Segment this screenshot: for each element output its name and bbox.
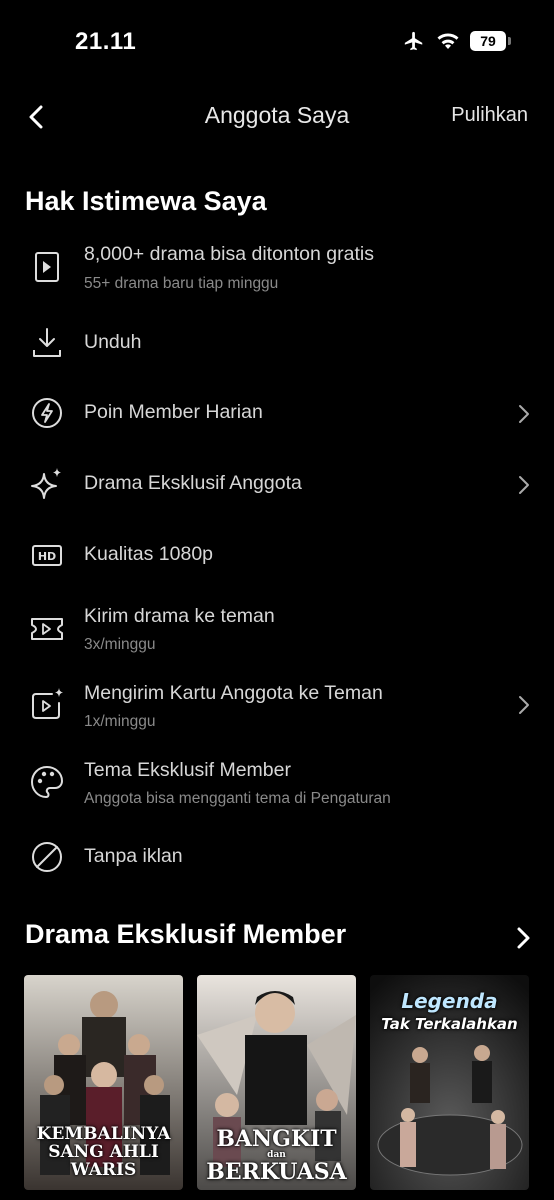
privilege-free-dramas: 8,000+ drama bisa ditonton gratis 55+ dr… <box>0 240 554 300</box>
drama-poster-list: KEMBALINYA SANG AHLI WARIS BANGKIT dan B… <box>24 975 529 1190</box>
poster-title: BANGKIT dan BERKUASA <box>197 1128 356 1184</box>
drama-poster[interactable]: BANGKIT dan BERKUASA <box>197 975 356 1190</box>
card-sparkle-icon <box>32 688 63 719</box>
poster-title-line: SANG AHLI WARIS <box>48 1142 159 1181</box>
privilege-sublabel: 1x/minggu <box>84 713 156 730</box>
status-icons: 79 <box>402 30 511 52</box>
download-icon <box>33 328 61 357</box>
privilege-exclusive-dramas[interactable]: Drama Eksklusif Anggota <box>0 463 554 507</box>
drama-section-title: Drama Eksklusif Member <box>25 919 347 949</box>
airplane-icon <box>404 31 423 51</box>
no-ads-icon <box>32 842 62 872</box>
status-time: 21.11 <box>75 28 137 55</box>
privilege-label: 8,000+ drama bisa ditonton gratis <box>84 243 374 265</box>
poster-title-line: BERKUASA <box>206 1158 347 1185</box>
poster-title: Legenda Tak Terkalahkan <box>370 991 529 1033</box>
poster-title-line: Legenda <box>401 989 498 1013</box>
privilege-label: Kirim drama ke teman <box>84 605 275 627</box>
poster-title-line: BANGKIT <box>216 1126 337 1153</box>
ticket-icon <box>31 618 63 640</box>
battery-indicator: 79 <box>470 31 511 51</box>
chevron-right-icon <box>519 696 529 714</box>
privilege-sublabel: 55+ drama baru tiap minggu <box>84 275 279 292</box>
poster-title: KEMBALINYA SANG AHLI WARIS <box>24 1126 183 1180</box>
drama-poster[interactable]: Legenda Tak Terkalahkan <box>370 975 529 1190</box>
privilege-no-ads: Tanpa iklan <box>0 836 554 880</box>
privilege-exclusive-theme: Tema Eksklusif Member Anggota bisa mengg… <box>0 757 554 817</box>
wifi-icon <box>437 33 459 49</box>
privilege-send-drama: Kirim drama ke teman 3x/minggu <box>0 603 554 663</box>
privilege-label: Tanpa iklan <box>84 845 183 867</box>
sparkle-icon <box>31 468 61 499</box>
restore-button[interactable]: Pulihkan <box>451 104 528 127</box>
lightning-icon <box>32 398 62 428</box>
status-bar: 21.11 79 <box>0 0 554 84</box>
privilege-sublabel: 3x/minggu <box>84 636 156 653</box>
chevron-right-icon[interactable] <box>514 925 532 951</box>
play-square-icon <box>35 252 59 282</box>
chevron-right-icon <box>519 476 529 494</box>
privilege-label: Tema Eksklusif Member <box>84 759 291 781</box>
privileges-title: Hak Istimewa Saya <box>25 186 267 216</box>
nav-bar: Anggota Saya Pulihkan <box>0 90 554 142</box>
privilege-label: Poin Member Harian <box>84 401 263 423</box>
privilege-label: Mengirim Kartu Anggota ke Teman <box>84 682 383 704</box>
privilege-download: Unduh <box>0 322 554 366</box>
drama-poster[interactable]: KEMBALINYA SANG AHLI WARIS <box>24 975 183 1190</box>
poster-title-line: Tak Terkalahkan <box>381 1015 518 1033</box>
privilege-label: Drama Eksklusif Anggota <box>84 472 302 494</box>
hd-icon: HD <box>32 545 62 566</box>
palette-icon <box>31 766 63 798</box>
privilege-send-member-card[interactable]: Mengirim Kartu Anggota ke Teman 1x/mingg… <box>0 680 554 740</box>
privilege-label: Kualitas 1080p <box>84 543 214 565</box>
privilege-sublabel: Anggota bisa mengganti tema di Pengatura… <box>84 790 391 807</box>
privilege-daily-points[interactable]: Poin Member Harian <box>0 392 554 436</box>
privilege-label: Unduh <box>84 331 142 353</box>
privilege-1080p: HD Kualitas 1080p <box>0 534 554 578</box>
chevron-right-icon <box>519 405 529 423</box>
svg-text:HD: HD <box>38 550 56 563</box>
drama-section-header[interactable]: Drama Eksklusif Member <box>0 917 554 957</box>
